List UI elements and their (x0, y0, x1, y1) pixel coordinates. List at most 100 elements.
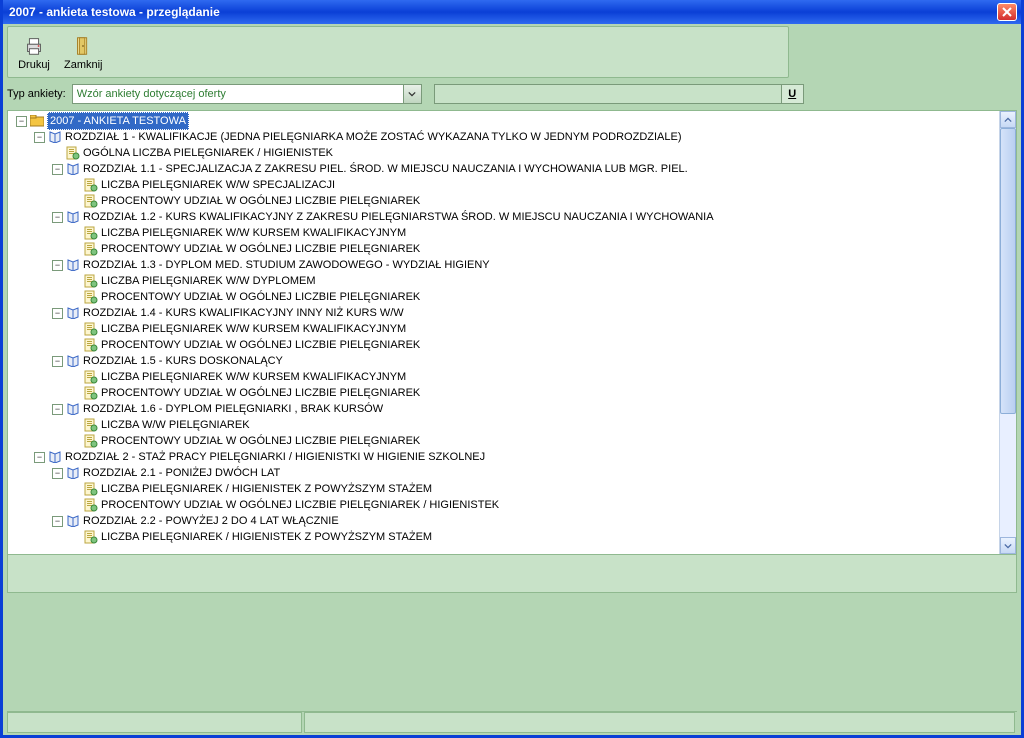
u-button[interactable]: U (781, 85, 803, 103)
tree-node[interactable]: LICZBA PIELĘGNIAREK W/W KURSEM KWALIFIKA… (12, 369, 999, 385)
leaf-icon (84, 370, 98, 384)
leaf-icon (84, 482, 98, 496)
close-button[interactable]: Zamknij (60, 32, 107, 73)
tree-node-label: OGÓLNA LICZBA PIELĘGNIAREK / HIGIENISTEK (83, 145, 333, 161)
scroll-down-button[interactable] (1000, 537, 1016, 554)
tree-node[interactable]: PROCENTOWY UDZIAŁ W OGÓLNEJ LICZBIE PIEL… (12, 337, 999, 353)
leaf-icon (84, 242, 98, 256)
tree-node[interactable]: −2007 - ANKIETA TESTOWA (12, 113, 999, 129)
book-icon (66, 162, 80, 176)
type-row: Typ ankiety: U (3, 78, 1021, 110)
leaf-icon (66, 146, 80, 160)
tree-node[interactable]: LICZBA PIELĘGNIAREK / HIGIENISTEK Z POWY… (12, 481, 999, 497)
expand-toggle[interactable]: − (52, 516, 63, 527)
leaf-icon (84, 338, 98, 352)
tree-node-label: ROZDZIAŁ 1.1 - SPECJALIZACJA Z ZAKRESU P… (83, 161, 688, 177)
toolbar-container: Drukuj Zamknij (3, 24, 1021, 78)
tree-node[interactable]: OGÓLNA LICZBA PIELĘGNIAREK / HIGIENISTEK (12, 145, 999, 161)
leaf-icon (84, 434, 98, 448)
bottom-panels (7, 555, 1017, 711)
tree-node[interactable]: PROCENTOWY UDZIAŁ W OGÓLNEJ LICZBIE PIEL… (12, 193, 999, 209)
tree-node[interactable]: −ROZDZIAŁ 1.6 - DYPLOM PIELĘGNIARKI , BR… (12, 401, 999, 417)
tree-node[interactable]: LICZBA PIELĘGNIAREK / HIGIENISTEK Z POWY… (12, 529, 999, 545)
scroll-up-button[interactable] (1000, 111, 1016, 128)
tree-node[interactable]: LICZBA PIELĘGNIAREK W/W KURSEM KWALIFIKA… (12, 321, 999, 337)
tree-node[interactable]: − ROZDZIAŁ 1.4 - KURS KWALIFIKACYJNY INNY… (12, 305, 999, 321)
scroll-track[interactable] (1000, 128, 1016, 537)
tree-node-label: ROZDZIAŁ 1 - KWALIFIKACJE (JEDNA PIELĘGN… (65, 129, 682, 145)
expand-toggle[interactable]: − (52, 468, 63, 479)
tree-node[interactable]: − ROZDZIAŁ 1.5 - KURS DOSKONALĄCY (12, 353, 999, 369)
tree-node[interactable]: PROCENTOWY UDZIAŁ W OGÓLNEJ LICZBIE PIEL… (12, 289, 999, 305)
leaf-icon (84, 418, 98, 432)
tree-node-label: PROCENTOWY UDZIAŁ W OGÓLNEJ LICZBIE PIEL… (101, 497, 499, 513)
book-icon (66, 402, 80, 416)
book-icon (66, 210, 80, 224)
tree-node-label: LICZBA PIELĘGNIAREK / HIGIENISTEK Z POWY… (101, 481, 432, 497)
tree-node[interactable]: −ROZDZIAŁ 2 - STAŻ PRACY PIELĘGNIARKI / … (12, 449, 999, 465)
tree-view[interactable]: −2007 - ANKIETA TESTOWA−ROZDZIAŁ 1 - KWA… (8, 111, 999, 554)
expand-toggle[interactable]: − (16, 116, 27, 127)
expand-toggle[interactable]: − (34, 452, 45, 463)
leaf-icon (84, 498, 98, 512)
leaf-icon (84, 386, 98, 400)
tree-node[interactable]: −ROZDZIAŁ 1.3 - DYPLOM MED. STUDIUM ZAWO… (12, 257, 999, 273)
tree-panel: −2007 - ANKIETA TESTOWA−ROZDZIAŁ 1 - KWA… (7, 110, 1017, 555)
book-icon (48, 450, 62, 464)
tree-node[interactable]: LICZBA PIELĘGNIAREK W/W KURSEM KWALIFIKA… (12, 225, 999, 241)
window-close-button[interactable] (997, 3, 1017, 21)
tree-node-label: PROCENTOWY UDZIAŁ W OGÓLNEJ LICZBIE PIEL… (101, 385, 420, 401)
tree-node[interactable]: PROCENTOWY UDZIAŁ W OGÓLNEJ LICZBIE PIEL… (12, 385, 999, 401)
tree-node-label: LICZBA PIELĘGNIAREK / HIGIENISTEK Z POWY… (101, 529, 432, 545)
book-icon (66, 354, 80, 368)
detail-panel (7, 555, 1017, 593)
tree-node[interactable]: − ROZDZIAŁ 2.1 - PONIŻEJ DWÓCH LAT (12, 465, 999, 481)
book-icon (66, 466, 80, 480)
tree-node[interactable]: − ROZDZIAŁ 1 - KWALIFIKACJE (JEDNA PIELĘG… (12, 129, 999, 145)
tree-node-label: ROZDZIAŁ 1.4 - KURS KWALIFIKACYJNY INNY … (83, 305, 404, 321)
tree-node-label: PROCENTOWY UDZIAŁ W OGÓLNEJ LICZBIE PIEL… (101, 241, 420, 257)
survey-type-combo[interactable] (72, 84, 422, 104)
leaf-icon (84, 274, 98, 288)
book-icon (66, 258, 80, 272)
expand-toggle[interactable]: − (52, 212, 63, 223)
tree-node[interactable]: PROCENTOWY UDZIAŁ W OGÓLNEJ LICZBIE PIEL… (12, 241, 999, 257)
expand-toggle[interactable]: − (52, 356, 63, 367)
expand-toggle[interactable]: − (52, 164, 63, 175)
tree-node[interactable]: −ROZDZIAŁ 1.2 - KURS KWALIFIKACYJNY Z ZA… (12, 209, 999, 225)
tree-node[interactable]: PROCENTOWY UDZIAŁ W OGÓLNEJ LICZBIE PIEL… (12, 497, 999, 513)
tree-node[interactable]: LICZBA W/W PIELĘGNIAREK (12, 417, 999, 433)
survey-type-input[interactable] (73, 85, 403, 103)
tree-node[interactable]: −ROZDZIAŁ 2.2 - POWYŻEJ 2 DO 4 LAT WŁĄCZ… (12, 513, 999, 529)
tree-node[interactable]: PROCENTOWY UDZIAŁ W OGÓLNEJ LICZBIE PIEL… (12, 433, 999, 449)
tree-node[interactable]: LICZBA PIELĘGNIAREK W/W SPECJALIZACJI (12, 177, 999, 193)
statusbar (7, 711, 1017, 733)
leaf-icon (84, 530, 98, 544)
book-icon (66, 306, 80, 320)
scroll-thumb[interactable] (1000, 128, 1016, 414)
expand-toggle[interactable]: − (52, 404, 63, 415)
folder-icon (30, 114, 44, 128)
tree-node-label: LICZBA W/W PIELĘGNIAREK (101, 417, 250, 433)
vertical-scrollbar[interactable] (999, 111, 1016, 554)
expand-toggle[interactable]: − (52, 260, 63, 271)
tree-node-label: PROCENTOWY UDZIAŁ W OGÓLNEJ LICZBIE PIEL… (101, 433, 420, 449)
close-icon (1002, 7, 1012, 17)
app-window: 2007 - ankieta testowa - przeglądanie Dr… (0, 0, 1024, 738)
leaf-icon (84, 322, 98, 336)
titlebar[interactable]: 2007 - ankieta testowa - przeglądanie (3, 0, 1021, 24)
tree-node[interactable]: − ROZDZIAŁ 1.1 - SPECJALIZACJA Z ZAKRESU … (12, 161, 999, 177)
leaf-icon (84, 226, 98, 240)
expand-toggle[interactable]: − (34, 132, 45, 143)
door-icon (71, 34, 95, 58)
spacer-panel (7, 593, 1017, 711)
expand-toggle[interactable]: − (52, 308, 63, 319)
tree-node-label: LICZBA PIELĘGNIAREK W/W SPECJALIZACJI (101, 177, 335, 193)
tree-node-label: ROZDZIAŁ 1.5 - KURS DOSKONALĄCY (83, 353, 283, 369)
combo-dropdown-button[interactable] (403, 85, 421, 103)
tree-node[interactable]: LICZBA PIELĘGNIAREK W/W DYPLOMEM (12, 273, 999, 289)
leaf-icon (84, 194, 98, 208)
print-button[interactable]: Drukuj (14, 32, 54, 73)
tree-node-label: ROZDZIAŁ 2.1 - PONIŻEJ DWÓCH LAT (83, 465, 280, 481)
tree-node-label: LICZBA PIELĘGNIAREK W/W KURSEM KWALIFIKA… (101, 369, 406, 385)
